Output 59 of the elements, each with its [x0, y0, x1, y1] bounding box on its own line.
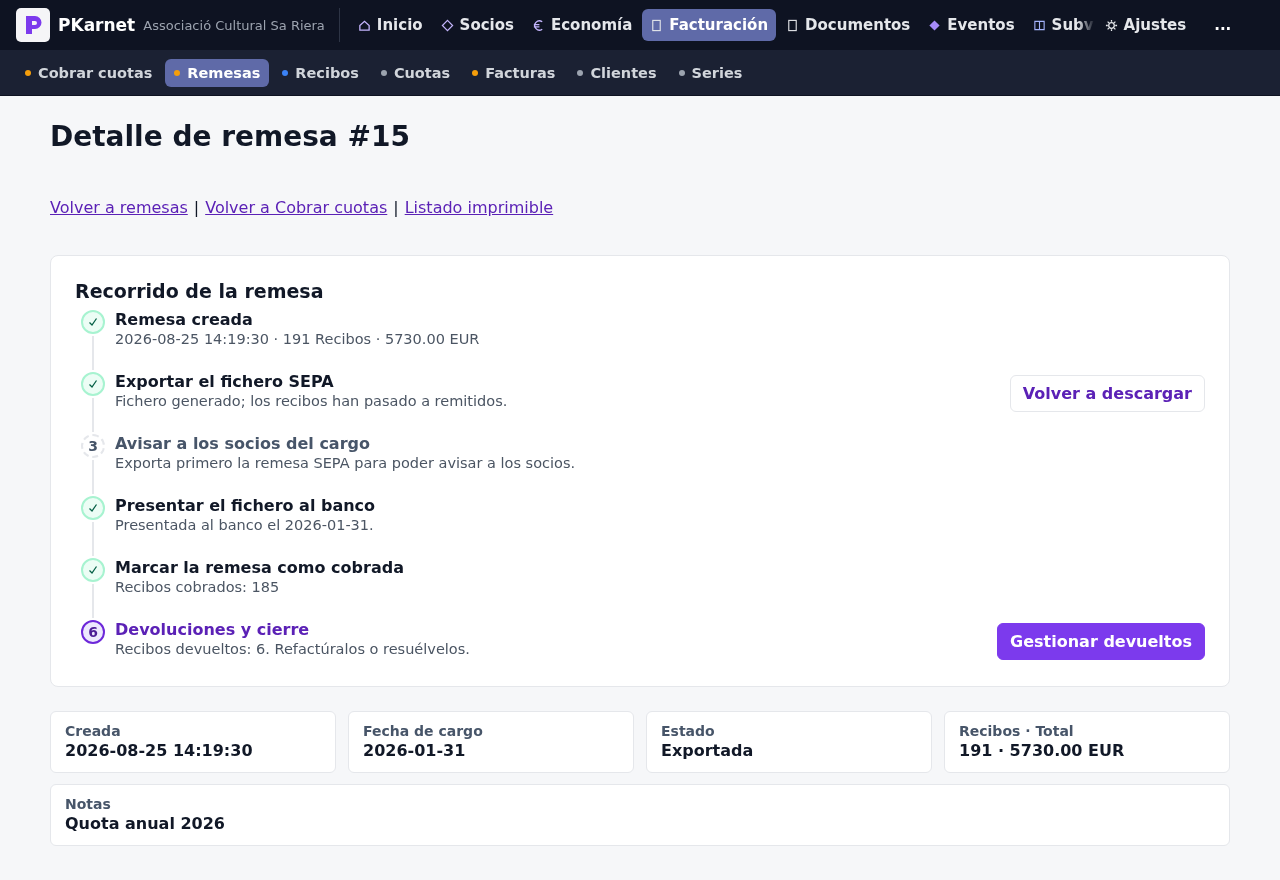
stat-label: Creada	[65, 723, 122, 739]
stat-label: Fecha de cargo	[363, 723, 484, 739]
diamond-icon	[440, 18, 454, 32]
stat-label: Recibos · Total	[959, 723, 1075, 739]
action-button[interactable]: Gestionar devueltos	[997, 623, 1205, 660]
stat-value: 2026-08-25 14:19:30	[65, 741, 254, 760]
step-title: Presentar el fichero al banco	[115, 496, 377, 515]
stat-value: 2026-01-31	[363, 741, 467, 760]
step-description: 2026-08-25 14:19:30 · 191 Recibos · 5730.00 EUR	[115, 331, 481, 347]
subnav-tab[interactable]: Cobrar cuotas	[16, 58, 162, 87]
nav-tab[interactable]: Economía	[523, 9, 641, 41]
stat-value: 191 · 5730.00 EUR	[959, 741, 1126, 760]
subnav-tab[interactable]: Remesas	[165, 58, 270, 87]
step-title: Remesa creada	[115, 310, 254, 329]
step-number: 6	[81, 620, 105, 644]
home-icon	[357, 18, 371, 32]
text-link[interactable]: Volver a remesas	[50, 198, 188, 217]
step-title: Exportar el fichero SEPA	[115, 372, 335, 391]
step-title: Devoluciones y cierre	[115, 620, 311, 639]
app-logo	[16, 8, 50, 42]
nav-tab[interactable]: Subv	[1024, 9, 1095, 41]
stat-value: Exportada	[661, 741, 755, 760]
nav-tab[interactable]: Ajustes	[1096, 9, 1195, 41]
text-link[interactable]: Listado imprimible	[404, 198, 554, 217]
step-description: Exporta primero la remesa SEPA para poder avisar a los socios.	[115, 455, 577, 471]
gear-icon	[1104, 18, 1118, 32]
step-number: 3	[81, 434, 105, 458]
subnav-tab[interactable]: Clientes	[568, 58, 666, 87]
step-description: Fichero generado; los recibos han pasado a remitidos.	[115, 393, 509, 409]
nav-tab[interactable]: Documentos	[778, 9, 919, 41]
page-title: Detalle de remesa #15	[50, 119, 411, 155]
subnav-tab[interactable]: Facturas	[463, 58, 565, 87]
text-link[interactable]: Volver a Cobrar cuotas	[205, 198, 388, 217]
subnav-tab[interactable]: Recibos	[273, 58, 368, 87]
organization-name: Associació Cultural Sa Riera	[143, 17, 325, 33]
step-title: Marcar la remesa como cobrada	[115, 558, 405, 577]
notes-label: Notas	[65, 796, 112, 812]
app-name: PKarnet	[58, 15, 136, 35]
notes-value: Quota anual 2026	[65, 814, 226, 833]
step-description: Recibos devueltos: 6. Refactúralos o resuélvelos.	[115, 641, 471, 657]
subnav-tab[interactable]: Series	[669, 58, 752, 87]
stat-label: Estado	[661, 723, 716, 739]
euro-icon	[531, 18, 545, 32]
nav-tab[interactable]: Inicio	[349, 9, 431, 41]
columns-icon	[1032, 18, 1046, 32]
section-title: Recorrido de la remesa	[75, 280, 325, 302]
step-description: Presentada al banco el 2026-01-31.	[115, 517, 375, 533]
subnav-tab[interactable]: Cuotas	[371, 58, 460, 87]
nav-tab[interactable]: Eventos	[920, 9, 1023, 41]
link-separator: |	[193, 198, 200, 217]
step-title: Avisar a los socios del cargo	[115, 434, 371, 453]
action-button[interactable]: Volver a descargar	[1009, 375, 1205, 412]
link-separator: |	[393, 198, 399, 217]
document-icon	[786, 18, 800, 32]
nav-tab[interactable]: Facturación	[642, 9, 777, 41]
nav-tab[interactable]: Socios	[432, 9, 522, 41]
more-button[interactable]: ...	[1208, 12, 1238, 38]
gem-icon	[928, 18, 942, 32]
step-description: Recibos cobrados: 185	[115, 579, 281, 595]
